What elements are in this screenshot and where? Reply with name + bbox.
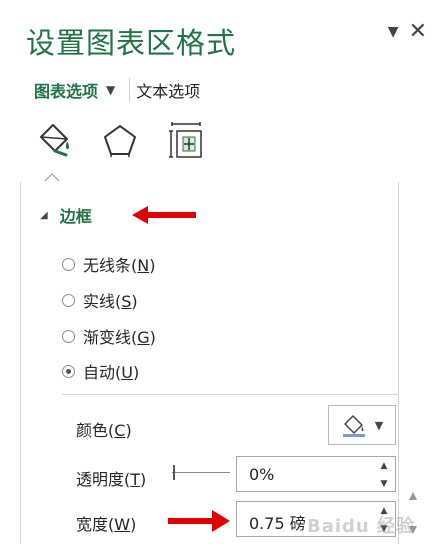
transparency-label: 透明度(T) (76, 470, 147, 489)
radio-automatic-label: 自动(U) (83, 363, 140, 382)
red-arrow-icon (168, 510, 230, 532)
radio-circle[interactable] (62, 329, 75, 343)
radio-circle[interactable] (62, 257, 75, 271)
radio-solid-line[interactable]: 实线(S) (62, 288, 138, 312)
radio-no-line[interactable]: 无线条(N) (62, 252, 155, 276)
spin-down-icon[interactable]: ▼ (381, 478, 388, 490)
chevron-down-icon[interactable]: ▼ (106, 83, 115, 97)
tab-chart-options[interactable]: 图表选项 ▼ (34, 78, 115, 102)
panel-border (20, 182, 21, 544)
color-picker-button[interactable]: ▼ (328, 405, 396, 445)
radio-gradient-line[interactable]: 渐变线(G) (62, 324, 156, 348)
radio-gradient-line-label: 渐变线(G) (83, 328, 156, 347)
transparency-value: 0% (249, 465, 275, 484)
spin-up-icon[interactable]: ▲ (381, 460, 388, 472)
size-properties-icon[interactable] (166, 120, 206, 160)
radio-no-line-label: 无线条(N) (83, 256, 156, 275)
red-arrow-icon (132, 206, 196, 224)
pane-options-dropdown-icon[interactable]: ▼ (388, 24, 399, 40)
options-tabs: 图表选项 ▼ 文本选项 (34, 78, 200, 102)
slider-thumb[interactable] (173, 465, 175, 480)
radio-solid-line-label: 实线(S) (83, 292, 138, 311)
radio-automatic[interactable]: 自动(U) (62, 359, 139, 383)
transparency-slider[interactable] (172, 462, 230, 484)
chevron-down-icon: ▼ (374, 418, 384, 432)
effects-pentagon-icon[interactable] (100, 120, 140, 160)
panel-border (398, 182, 399, 544)
category-icons (34, 120, 206, 160)
title-controls: ▼ ✕ (388, 21, 427, 43)
scrollbar[interactable] (404, 182, 422, 544)
collapse-triangle-icon[interactable]: ◢ (40, 210, 48, 221)
width-label: 宽度(W) (76, 515, 137, 534)
slider-track (172, 472, 230, 473)
pane-title: 设置图表区格式 (26, 26, 237, 60)
color-label: 颜色(C) (76, 421, 132, 440)
paint-bucket-icon (342, 415, 365, 437)
section-border-label: 边框 (59, 207, 92, 226)
tab-chart-options-label: 图表选项 (34, 82, 99, 101)
selected-tab-caret-icon (44, 173, 60, 182)
radio-circle-checked[interactable] (62, 364, 75, 378)
fill-line-icon[interactable] (34, 120, 74, 160)
close-icon[interactable]: ✕ (409, 21, 427, 43)
divider (62, 394, 398, 395)
section-border-header[interactable]: ◢ 边框 (40, 203, 92, 227)
tab-text-options[interactable]: 文本选项 (136, 78, 200, 102)
radio-circle[interactable] (62, 293, 75, 307)
spin-buttons[interactable]: ▲ ▼ (377, 460, 391, 490)
width-value: 0.75 磅 (249, 514, 306, 533)
transparency-input[interactable]: 0% ▲ ▼ (236, 456, 396, 492)
tab-separator (129, 78, 131, 102)
watermark: Baidu 经验 (306, 516, 415, 537)
